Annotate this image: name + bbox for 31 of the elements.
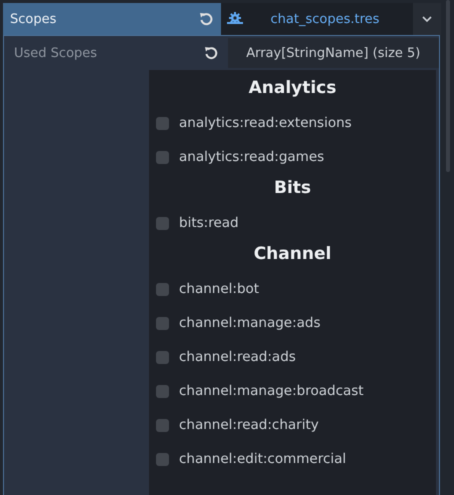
reset-icon[interactable]: [204, 46, 218, 60]
scope-item[interactable]: channel:edit:commercial: [149, 442, 436, 476]
property-label: Used Scopes: [14, 46, 98, 60]
resource-picker[interactable]: chat_scopes.tres: [221, 3, 413, 35]
checkbox[interactable]: [156, 150, 169, 164]
scope-item[interactable]: analytics:read:extensions: [149, 106, 436, 140]
scope-item[interactable]: channel:read:charity: [149, 408, 436, 442]
array-value-button[interactable]: Array[StringName] (size 5): [228, 38, 440, 68]
checkbox[interactable]: [156, 116, 169, 130]
gear-icon: [227, 12, 243, 26]
checkbox[interactable]: [156, 350, 169, 364]
scope-item[interactable]: channel:manage:ads: [149, 306, 436, 340]
scope-item[interactable]: channel:manage:broadcast: [149, 374, 436, 408]
checkbox[interactable]: [156, 384, 169, 398]
scope-item[interactable]: analytics:read:games: [149, 140, 436, 174]
group-header: Bits: [274, 177, 312, 200]
scope-item[interactable]: bits:read: [149, 206, 436, 240]
scope-item[interactable]: channel:bot: [149, 272, 436, 306]
section-header[interactable]: Scopes: [3, 3, 221, 35]
checkbox[interactable]: [156, 216, 169, 230]
checkbox[interactable]: [156, 418, 169, 432]
section-title: Scopes: [10, 12, 56, 26]
dropdown-button[interactable]: [413, 3, 441, 35]
chevron-down-icon: [422, 16, 432, 22]
scope-item[interactable]: channel:read:ads: [149, 340, 436, 374]
group-header: Channel: [254, 243, 332, 266]
checkbox[interactable]: [156, 316, 169, 330]
group-header: Analytics: [248, 77, 336, 100]
reset-icon[interactable]: [199, 12, 213, 26]
checkbox[interactable]: [156, 452, 169, 466]
checkbox[interactable]: [156, 282, 169, 296]
